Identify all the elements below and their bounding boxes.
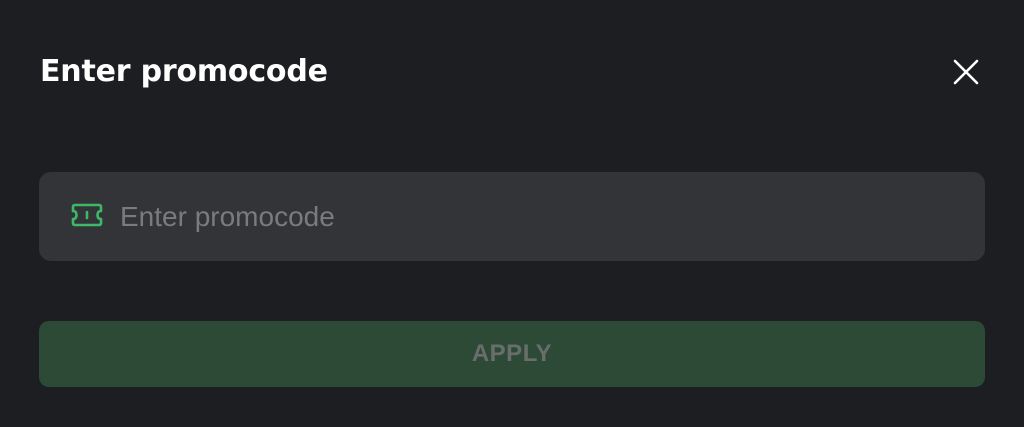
modal-title: Enter promocode (40, 54, 328, 89)
ticket-icon (70, 202, 104, 228)
close-button[interactable] (948, 54, 984, 90)
promocode-input[interactable] (120, 195, 960, 239)
promocode-modal: Enter promocode APPLY (0, 0, 1024, 427)
apply-button[interactable]: APPLY (39, 321, 985, 387)
close-icon (953, 59, 979, 85)
